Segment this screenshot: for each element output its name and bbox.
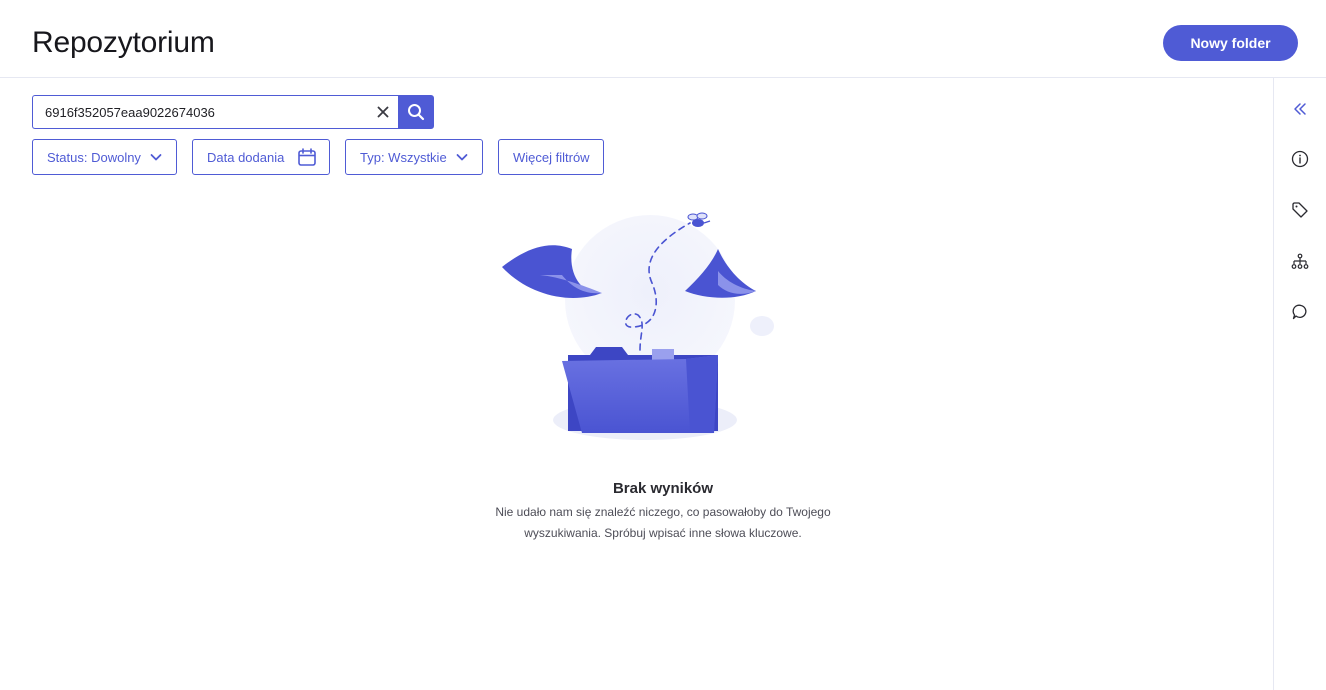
type-filter[interactable]: Typ: Wszystkie: [345, 139, 483, 175]
more-filters-button[interactable]: Więcej filtrów: [498, 139, 604, 175]
new-folder-button[interactable]: Nowy folder: [1163, 25, 1298, 61]
comment-icon: [1291, 303, 1309, 321]
clear-search-icon[interactable]: [373, 102, 393, 122]
no-results-line-1: Nie udało nam się znaleźć niczego, co pa…: [495, 505, 831, 519]
status-filter[interactable]: Status: Dowolny: [32, 139, 177, 175]
chevron-down-icon: [148, 149, 164, 165]
right-side-panel: [1273, 78, 1326, 690]
type-filter-label: Typ: Wszystkie: [360, 149, 447, 165]
page-header: Repozytorium Nowy folder: [0, 0, 1326, 78]
hierarchy-icon: [1291, 253, 1309, 271]
page-title: Repozytorium: [32, 26, 215, 59]
tags-button[interactable]: [1288, 198, 1312, 222]
search-input[interactable]: [33, 96, 363, 128]
collapse-panel-button[interactable]: [1288, 97, 1312, 121]
tag-icon: [1291, 201, 1309, 219]
calendar-icon: [297, 147, 317, 167]
more-filters-label: Więcej filtrów: [513, 149, 590, 165]
no-results-line-2: wyszukiwania. Spróbuj wpisać inne słowa …: [524, 526, 802, 540]
no-results-description: Nie udało nam się znaleźć niczego, co pa…: [413, 502, 913, 544]
hierarchy-button[interactable]: [1288, 250, 1312, 274]
chevron-down-icon: [454, 149, 470, 165]
repository-page: Repozytorium Nowy folder Status: Dowolny…: [0, 0, 1326, 690]
info-icon: [1291, 150, 1309, 168]
search-icon: [407, 103, 425, 121]
collapse-double-chevron-icon: [1292, 101, 1308, 117]
comments-button[interactable]: [1288, 300, 1312, 324]
empty-folder-illustration: [490, 205, 790, 450]
date-added-filter[interactable]: Data dodania: [192, 139, 330, 175]
date-added-filter-label: Data dodania: [207, 149, 285, 165]
no-results-title: Brak wyników: [612, 480, 714, 497]
search-button[interactable]: [398, 95, 434, 129]
search-box: [32, 95, 398, 129]
info-button[interactable]: [1288, 147, 1312, 171]
status-filter-label: Status: Dowolny: [47, 149, 141, 165]
